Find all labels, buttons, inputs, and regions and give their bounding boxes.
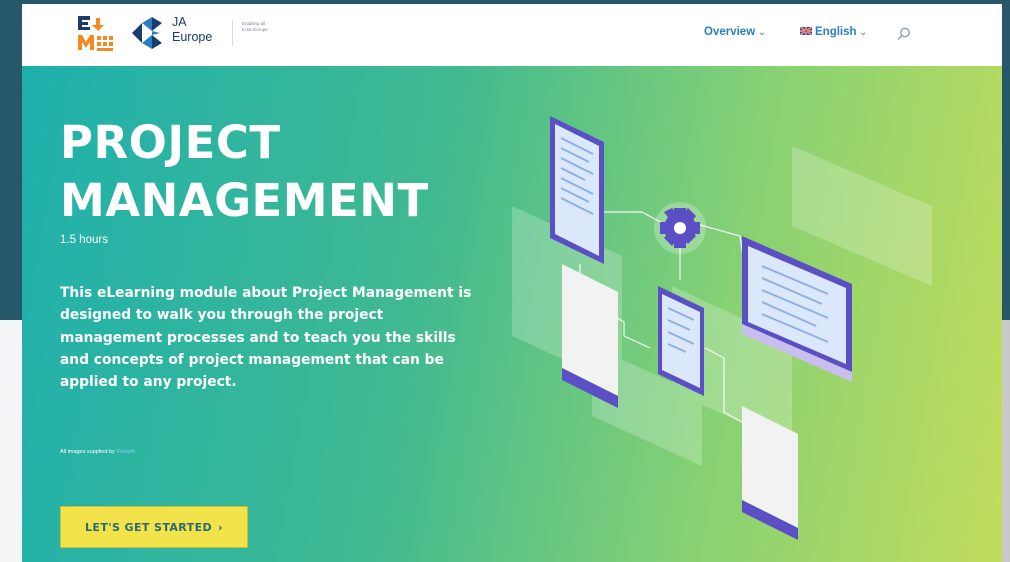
get-started-label: LET'S GET STARTED bbox=[85, 520, 213, 534]
gear-icon bbox=[654, 202, 706, 254]
logo-divider bbox=[232, 20, 233, 46]
language-label: English bbox=[815, 26, 857, 38]
chevron-down-icon: ⌄ bbox=[859, 27, 868, 37]
backdrop-panel bbox=[0, 320, 22, 562]
module-duration: 1.5 hours bbox=[60, 234, 108, 246]
ja-europe-name: JA Europe bbox=[172, 15, 213, 44]
tablet-illustration bbox=[550, 116, 604, 264]
ja-europe-logo-icon[interactable] bbox=[128, 13, 168, 53]
hero-section: PROJECT MANAGEMENT 1.5 hours This eLearn… bbox=[22, 66, 1002, 562]
search-icon[interactable] bbox=[896, 26, 912, 42]
language-selector[interactable]: English ⌄ bbox=[800, 26, 867, 38]
chevron-down-icon: ⌄ bbox=[758, 27, 766, 37]
project-illustration bbox=[512, 116, 932, 540]
page: JA Europe Enabling all to be Europe Over… bbox=[22, 4, 1002, 562]
page-title: PROJECT MANAGEMENT bbox=[60, 116, 429, 227]
get-started-button[interactable]: LET'S GET STARTED › bbox=[60, 506, 248, 548]
em-logo-icon[interactable] bbox=[76, 14, 116, 54]
nav-overview[interactable]: Overview ⌄ bbox=[704, 26, 766, 38]
image-credit-text: All images supplied by bbox=[60, 449, 115, 455]
site-header: JA Europe Enabling all to be Europe Over… bbox=[22, 4, 1002, 66]
ja-tagline: Enabling all to be Europe bbox=[242, 21, 268, 32]
uk-flag-icon bbox=[800, 26, 812, 35]
backdrop-edge bbox=[1002, 320, 1010, 562]
image-credit-link[interactable]: Freepik bbox=[117, 449, 135, 455]
module-description: This eLearning module about Project Mana… bbox=[60, 285, 472, 391]
chevron-right-icon: › bbox=[218, 520, 223, 534]
nav-overview-label: Overview bbox=[704, 26, 756, 38]
image-credit: All images supplied by Freepik bbox=[60, 449, 135, 455]
